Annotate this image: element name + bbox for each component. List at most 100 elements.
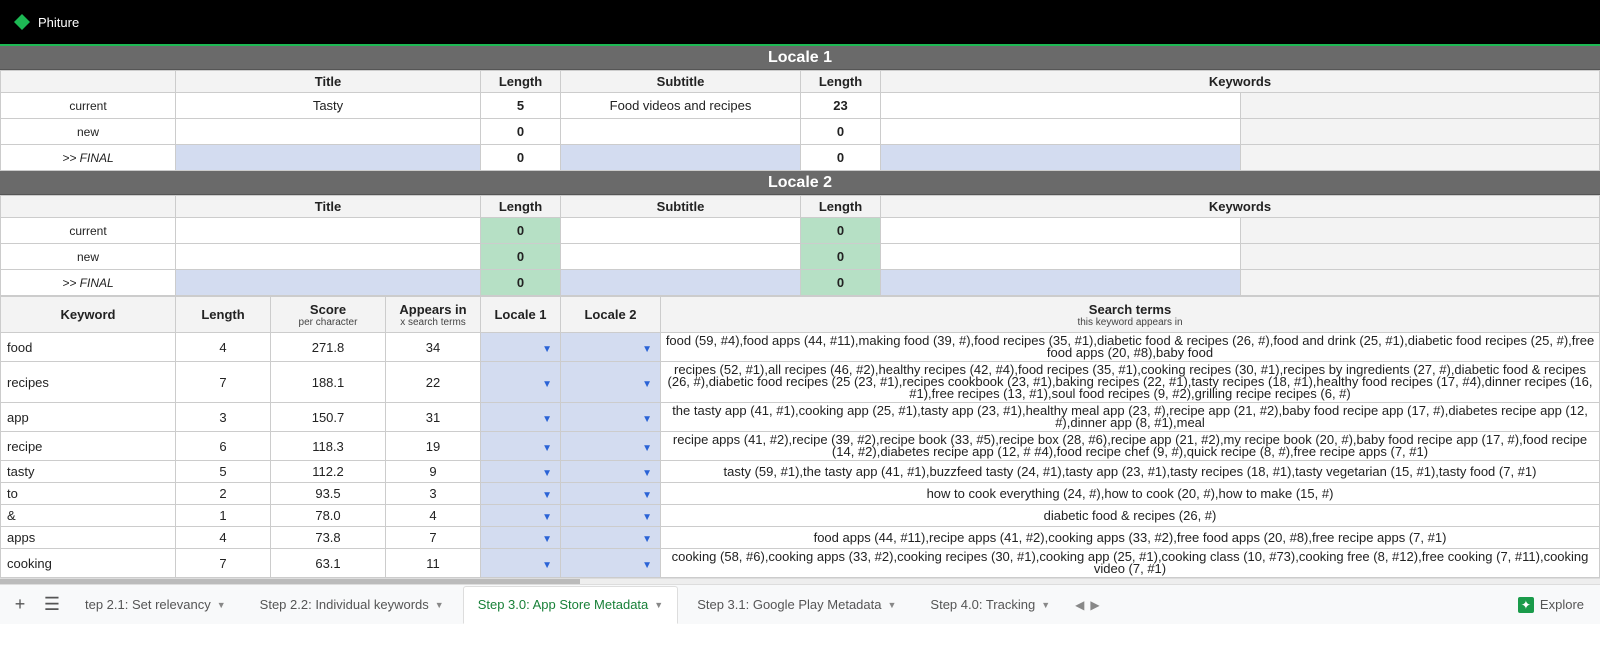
cell-title[interactable] (176, 218, 481, 244)
col-title: Title (176, 71, 481, 93)
kw-cell-name[interactable]: food (1, 333, 176, 362)
cell-len1: 0 (481, 218, 561, 244)
kw-cell-appears: 3 (386, 483, 481, 505)
kw-cell-locale1-dropdown[interactable]: ▼ (481, 461, 561, 483)
cell-subtitle[interactable]: Food videos and recipes (561, 93, 801, 119)
cell-keywords[interactable] (881, 244, 1241, 270)
cell-edge (1240, 93, 1600, 119)
tab-scroll-arrows[interactable]: ◀▶ (1075, 598, 1099, 612)
chevron-down-icon: ▼ (542, 490, 552, 501)
kw-cell-score: 188.1 (271, 362, 386, 403)
tab-step-2-2[interactable]: Step 2.2: Individual keywords▼ (245, 586, 459, 624)
cell-edge (1240, 270, 1600, 296)
kw-cell-locale2-dropdown[interactable]: ▼ (561, 505, 661, 527)
cell-len2: 0 (801, 145, 881, 171)
cell-subtitle[interactable] (561, 218, 801, 244)
kw-cell-length: 7 (176, 549, 271, 578)
kw-cell-appears: 22 (386, 362, 481, 403)
cell-keywords[interactable] (881, 93, 1241, 119)
kw-cell-length: 5 (176, 461, 271, 483)
brand-name: Phiture (38, 15, 79, 30)
cell-len2: 0 (801, 270, 881, 296)
cell-title[interactable] (176, 244, 481, 270)
kw-cell-locale2-dropdown[interactable]: ▼ (561, 461, 661, 483)
cell-subtitle[interactable] (561, 244, 801, 270)
kw-cell-name[interactable]: tasty (1, 461, 176, 483)
spreadsheet-area: Locale 1 Title Length Subtitle Length Ke… (0, 46, 1600, 584)
kw-cell-locale2-dropdown[interactable]: ▼ (561, 549, 661, 578)
cell-title[interactable]: Tasty (176, 93, 481, 119)
all-sheets-button[interactable]: ☰ (38, 591, 66, 619)
cell-keywords[interactable] (881, 218, 1241, 244)
kw-cell-locale1-dropdown[interactable]: ▼ (481, 333, 561, 362)
row-label-final: >> FINAL (1, 145, 176, 171)
kw-cell-name[interactable]: cooking (1, 549, 176, 578)
kw-cell-locale2-dropdown[interactable]: ▼ (561, 333, 661, 362)
kw-cell-locale2-dropdown[interactable]: ▼ (561, 432, 661, 461)
cell-subtitle[interactable] (561, 270, 801, 296)
table-row: app3150.731▼▼the tasty app (41, #1),cook… (1, 403, 1600, 432)
chevron-right-icon[interactable]: ▶ (1090, 598, 1099, 612)
chevron-down-icon: ▼ (542, 443, 552, 454)
kw-cell-locale2-dropdown[interactable]: ▼ (561, 362, 661, 403)
keyword-table: Keyword Length Scoreper character Appear… (0, 296, 1600, 578)
kw-cell-locale2-dropdown[interactable]: ▼ (561, 403, 661, 432)
kw-cell-name[interactable]: recipe (1, 432, 176, 461)
kw-cell-name[interactable]: & (1, 505, 176, 527)
cell-len1: 0 (481, 244, 561, 270)
kw-cell-locale2-dropdown[interactable]: ▼ (561, 527, 661, 549)
explore-button[interactable]: ✦ Explore (1518, 597, 1594, 613)
chevron-down-icon: ▼ (542, 414, 552, 425)
kw-cell-locale1-dropdown[interactable]: ▼ (481, 549, 561, 578)
tab-step-3-0[interactable]: Step 3.0: App Store Metadata▼ (463, 586, 678, 624)
kw-cell-appears: 34 (386, 333, 481, 362)
kw-cell-length: 4 (176, 527, 271, 549)
table-row: recipe6118.319▼▼recipe apps (41, #2),rec… (1, 432, 1600, 461)
add-sheet-button[interactable]: + (6, 591, 34, 619)
kw-cell-terms: the tasty app (41, #1),cooking app (25, … (661, 403, 1600, 432)
kw-cell-score: 271.8 (271, 333, 386, 362)
cell-edge (1240, 218, 1600, 244)
cell-edge (1240, 145, 1600, 171)
cell-len2: 0 (801, 119, 881, 145)
cell-title[interactable] (176, 145, 481, 171)
cell-subtitle[interactable] (561, 119, 801, 145)
cell-keywords[interactable] (881, 270, 1241, 296)
col-blank (1, 71, 176, 93)
cell-len1: 5 (481, 93, 561, 119)
kw-cell-appears: 19 (386, 432, 481, 461)
kw-cell-locale1-dropdown[interactable]: ▼ (481, 403, 561, 432)
kw-cell-terms: recipes (52, #1),all recipes (46, #2),he… (661, 362, 1600, 403)
table-row: tasty5112.29▼▼tasty (59, #1),the tasty a… (1, 461, 1600, 483)
chevron-down-icon: ▼ (642, 560, 652, 571)
kw-cell-locale1-dropdown[interactable]: ▼ (481, 432, 561, 461)
kw-cell-locale1-dropdown[interactable]: ▼ (481, 483, 561, 505)
kw-cell-name[interactable]: apps (1, 527, 176, 549)
chevron-down-icon: ▼ (642, 414, 652, 425)
kw-cell-locale1-dropdown[interactable]: ▼ (481, 362, 561, 403)
tab-step-2-1[interactable]: tep 2.1: Set relevancy▼ (70, 586, 241, 624)
kw-cell-length: 1 (176, 505, 271, 527)
row-label: current (1, 93, 176, 119)
kw-cell-locale1-dropdown[interactable]: ▼ (481, 505, 561, 527)
cell-subtitle[interactable] (561, 145, 801, 171)
kw-cell-name[interactable]: to (1, 483, 176, 505)
col-subtitle: Subtitle (561, 71, 801, 93)
kw-col-appears: Appears inx search terms (386, 297, 481, 333)
cell-title[interactable] (176, 270, 481, 296)
cell-keywords[interactable] (881, 119, 1241, 145)
kw-cell-locale2-dropdown[interactable]: ▼ (561, 483, 661, 505)
row-label-final: >> FINAL (1, 270, 176, 296)
cell-title[interactable] (176, 119, 481, 145)
kw-cell-locale1-dropdown[interactable]: ▼ (481, 527, 561, 549)
tab-step-3-1[interactable]: Step 3.1: Google Play Metadata▼ (682, 586, 911, 624)
chevron-left-icon[interactable]: ◀ (1075, 598, 1084, 612)
col-blank (1, 196, 176, 218)
cell-keywords[interactable] (881, 145, 1241, 171)
tab-step-4-0[interactable]: Step 4.0: Tracking▼ (915, 586, 1065, 624)
kw-cell-name[interactable]: recipes (1, 362, 176, 403)
kw-cell-name[interactable]: app (1, 403, 176, 432)
chevron-down-icon: ▼ (642, 443, 652, 454)
cell-len2: 0 (801, 244, 881, 270)
chevron-down-icon: ▼ (887, 600, 896, 610)
